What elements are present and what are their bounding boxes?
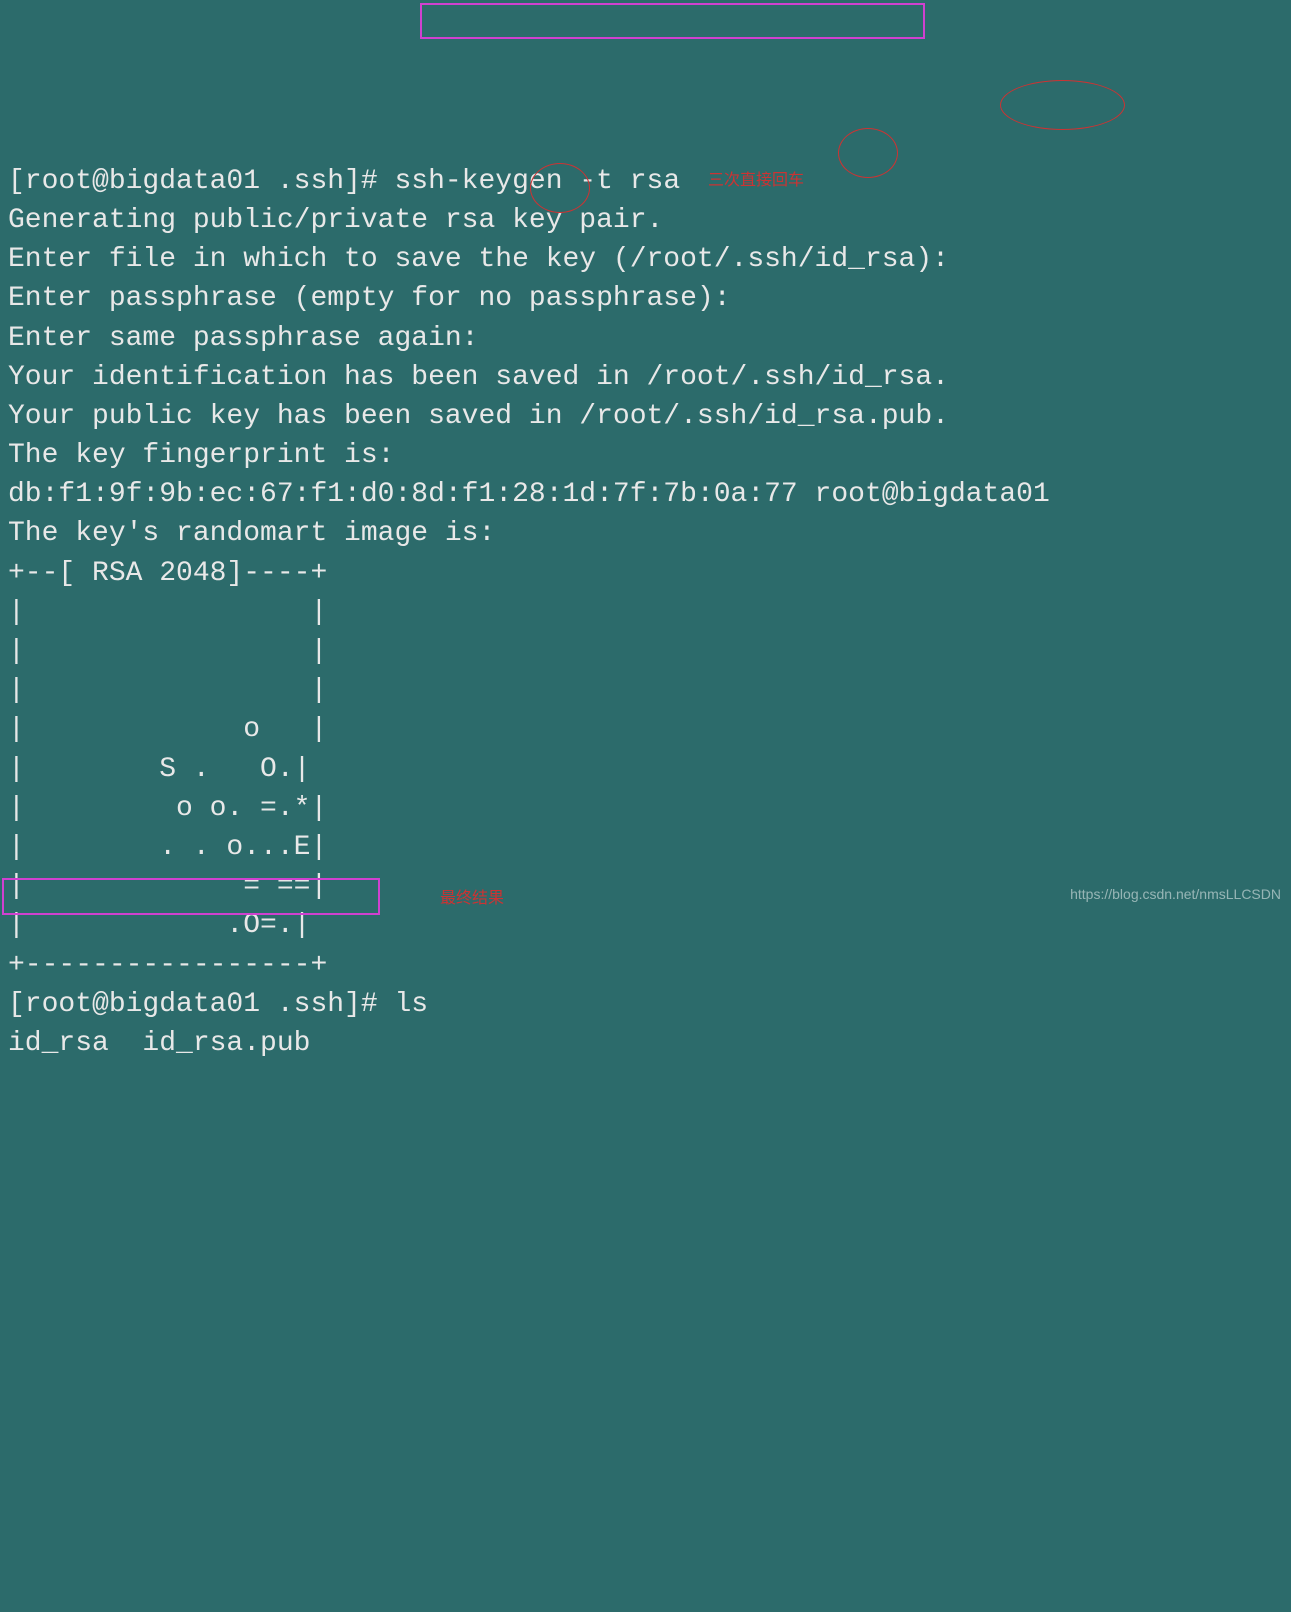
randomart-line: | | [8,671,1283,710]
randomart-line: | .O=.| [8,906,1283,945]
output-line: Enter file in which to save the key (/ro… [8,240,1283,279]
randomart-line: | S . O.| [8,750,1283,789]
randomart-line: | | [8,593,1283,632]
randomart-line: | o o. =.*| [8,789,1283,828]
output-line: The key fingerprint is: [8,436,1283,475]
randomart-line: | o | [8,710,1283,749]
output-line: Your public key has been saved in /root/… [8,397,1283,436]
output-line: id_rsa id_rsa.pub [8,1024,1283,1063]
annotation-circle [1000,80,1125,130]
output-line: Enter passphrase (empty for no passphras… [8,279,1283,318]
output-line: Your identification has been saved in /r… [8,358,1283,397]
randomart-line: | | [8,632,1283,671]
prompt: [root@bigdata01 .ssh]# [8,166,394,197]
output-line: db:f1:9f:9b:ec:67:f1:d0:8d:f1:28:1d:7f:7… [8,475,1283,514]
output-line: Generating public/private rsa key pair. [8,201,1283,240]
watermark: https://blog.csdn.net/nmsLLCSDN [1070,885,1281,905]
randomart-line: +--[ RSA 2048]----+ [8,554,1283,593]
annotation-box-command [420,3,925,39]
randomart-line: +-----------------+ [8,946,1283,985]
terminal-output[interactable]: [root@bigdata01 .ssh]# ssh-keygen -t rsa… [8,162,1283,1063]
randomart-line: | . . o...E| [8,828,1283,867]
command: ls [394,989,428,1020]
command: ssh-keygen -t rsa [394,166,680,197]
prompt: [root@bigdata01 .ssh]# [8,989,394,1020]
output-line: The key's randomart image is: [8,514,1283,553]
output-line: Enter same passphrase again: [8,319,1283,358]
